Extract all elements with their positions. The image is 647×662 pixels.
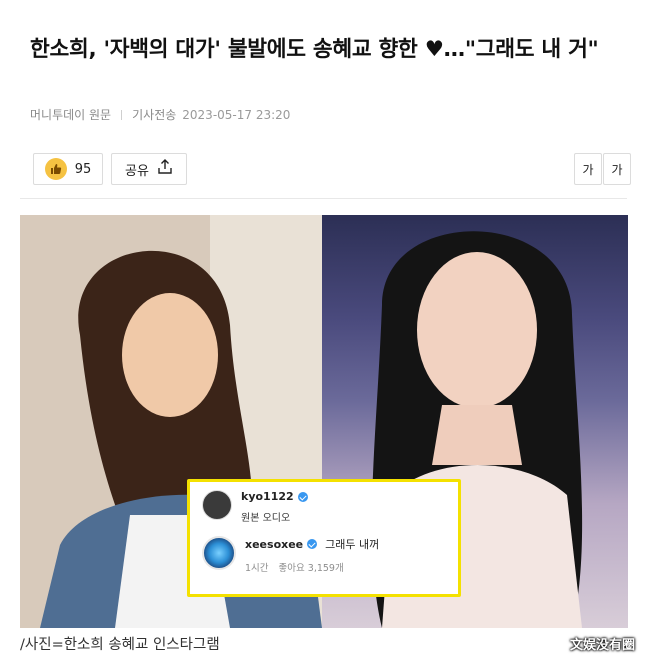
share-button[interactable]: 공유 [111, 153, 187, 185]
ig-commenter-username: xeesoxee [245, 537, 304, 551]
ig-username: kyo1122 [241, 490, 294, 503]
instagram-comment-card: kyo1122 원본 오디오 xeesoxee 그래두 내꺼 1시간 좋아요 3,1… [187, 479, 461, 597]
article-timestamp: 2023-05-17 23:20 [182, 107, 291, 122]
ig-comment-time: 1시간 [245, 563, 269, 574]
transmit-label: 기사전송 [132, 108, 177, 122]
ig-comment-row: xeesoxee 그래두 내꺼 1시간 좋아요 3,159개 [202, 536, 379, 574]
avatar [202, 490, 232, 520]
share-upload-icon [157, 159, 173, 179]
thumbs-up-icon [44, 158, 67, 180]
watermark: 文娱没有圈 [569, 638, 635, 653]
meta-divider [121, 109, 123, 120]
verified-badge-icon [297, 491, 308, 502]
article-meta: 머니투데이 원문 기사전송 2023-05-17 23:20 [30, 106, 290, 123]
verified-badge-icon [307, 539, 318, 549]
avatar [202, 536, 236, 570]
ig-audio-label: 원본 오디오 [241, 513, 291, 524]
ig-like-count: 좋아요 3,159개 [278, 563, 344, 574]
font-size-decrease-button[interactable]: 가 [574, 153, 602, 185]
ig-post-row: kyo1122 원본 오디오 [202, 490, 308, 524]
ig-comment-text: 그래두 내꺼 [325, 538, 380, 551]
share-label: 공유 [125, 163, 149, 179]
font-size-increase-button[interactable]: 가 [603, 153, 631, 185]
like-count: 95 [74, 161, 92, 177]
content-divider [20, 198, 627, 199]
like-button[interactable]: 95 [33, 153, 103, 185]
photo-caption: /사진=한소희 송혜교 인스타그램 [20, 637, 220, 653]
article-title: 한소희, '자백의 대가' 불발에도 송혜교 향한 ♥…"그래도 내 거" [30, 37, 599, 62]
source-link[interactable]: 머니투데이 원문 [30, 106, 111, 123]
